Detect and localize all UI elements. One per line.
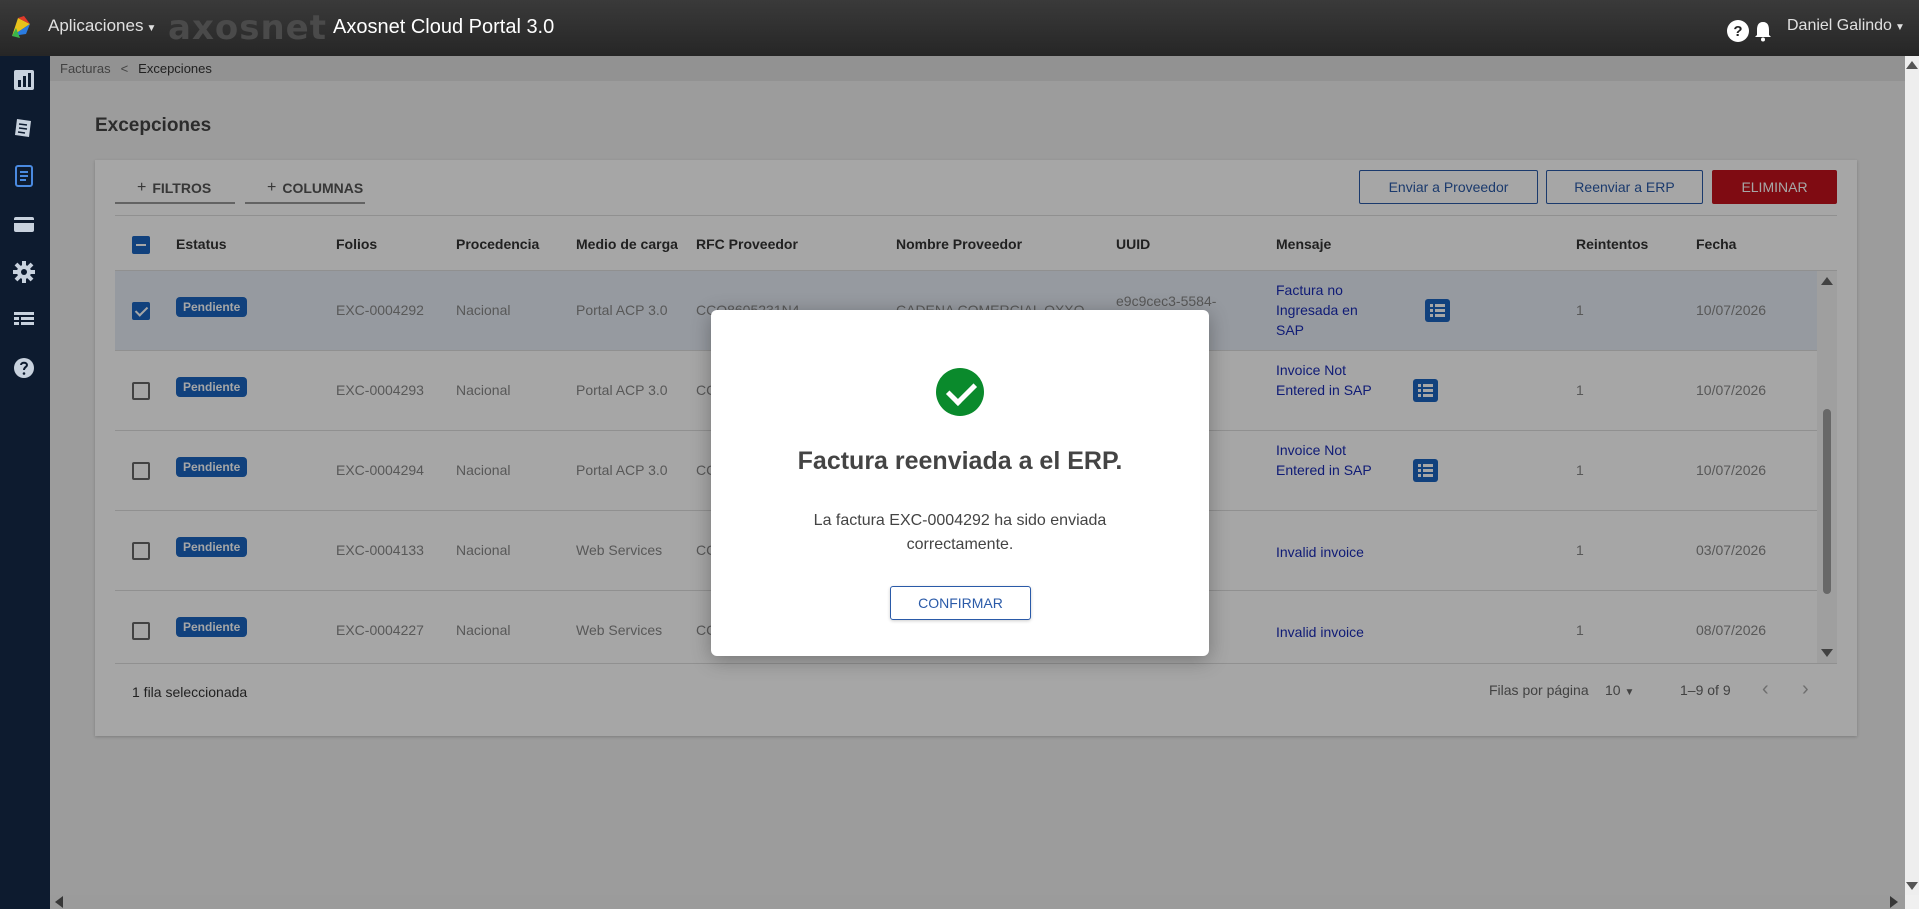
scroll-down-icon[interactable] bbox=[1906, 882, 1918, 890]
help-circle-icon[interactable] bbox=[12, 356, 36, 380]
confirm-button[interactable]: CONFIRMAR bbox=[890, 586, 1031, 620]
app-logo-icon[interactable] bbox=[8, 14, 34, 40]
dialog-message: La factura EXC-0004292 ha sido enviada c… bbox=[813, 512, 1107, 553]
dashboard-chart-icon[interactable] bbox=[12, 68, 36, 92]
invoices-icon[interactable] bbox=[12, 164, 36, 188]
top-bar: Aplicaciones ▼ axosnet Axosnet Cloud Port… bbox=[0, 0, 1919, 56]
bell-icon[interactable] bbox=[1753, 20, 1773, 42]
dialog-title: Factura reenviada a el ERP. bbox=[797, 447, 1123, 475]
table-icon[interactable] bbox=[12, 308, 36, 332]
caret-down-icon: ▼ bbox=[1894, 22, 1905, 33]
portal-title: Axosnet Cloud Portal 3.0 bbox=[333, 16, 555, 38]
apps-menu[interactable]: Aplicaciones ▼ bbox=[48, 16, 156, 36]
check-circle-icon bbox=[936, 368, 984, 416]
credit-card-icon[interactable] bbox=[12, 212, 36, 236]
brand-logo: axosnet bbox=[168, 8, 327, 48]
user-menu[interactable]: Daniel Galindo ▼ bbox=[1787, 17, 1905, 35]
help-icon[interactable]: ? bbox=[1727, 20, 1749, 42]
caret-down-icon: ▼ bbox=[146, 23, 157, 34]
gear-icon[interactable] bbox=[12, 260, 36, 284]
scroll-up-icon[interactable] bbox=[1906, 61, 1918, 69]
sidebar bbox=[0, 56, 50, 909]
page-vertical-scrollbar[interactable] bbox=[1905, 56, 1919, 895]
documents-icon[interactable] bbox=[12, 116, 36, 140]
success-dialog: Factura reenviada a el ERP. La factura E… bbox=[711, 310, 1209, 656]
